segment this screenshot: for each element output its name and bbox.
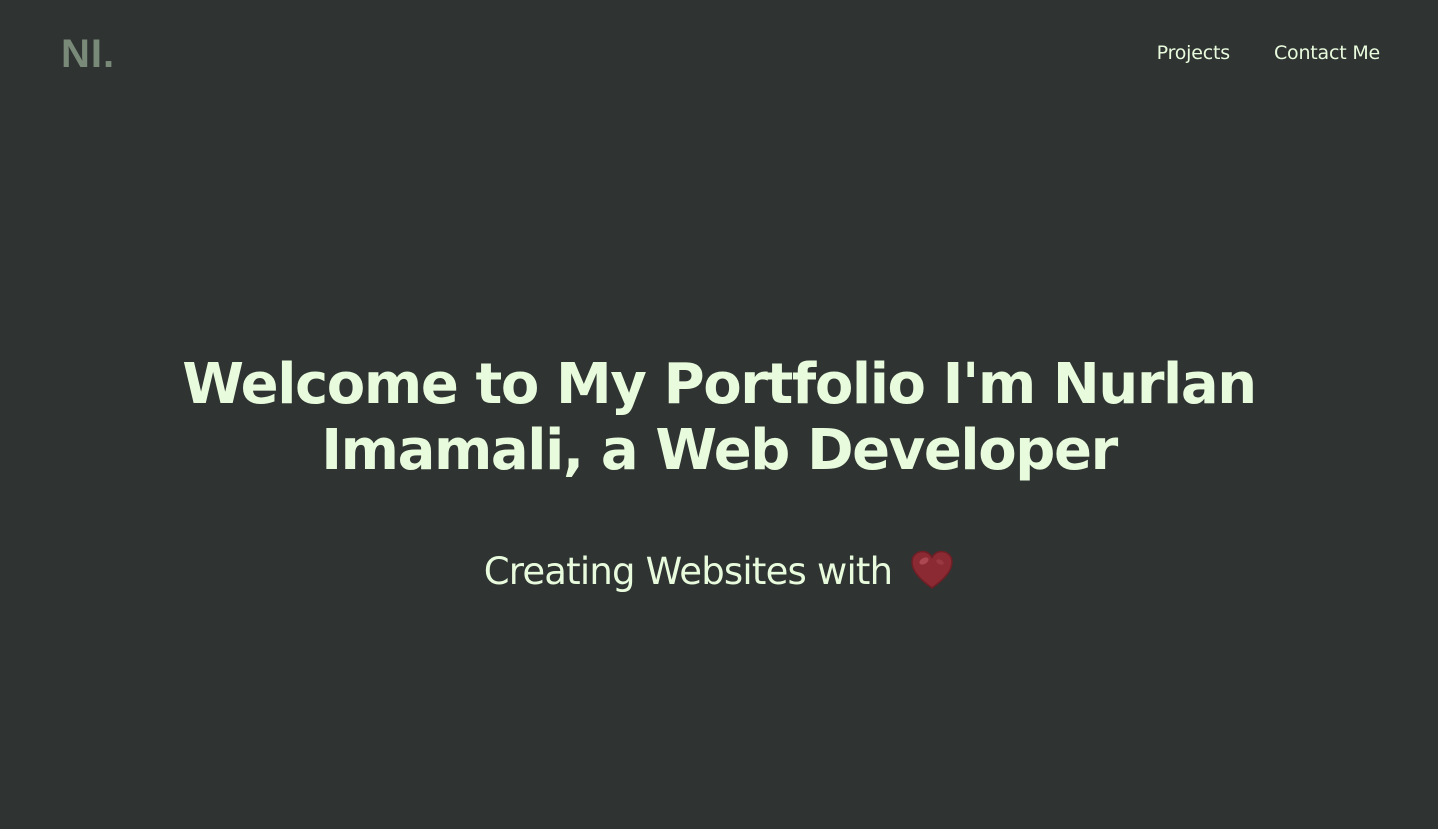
hero-tagline: Creating Websites with [0,550,1438,594]
main-nav: Projects Contact Me [1157,38,1381,68]
logo[interactable]: NI. [61,30,115,78]
tagline-text: Creating Websites with [483,550,893,593]
hero-title: Welcome to My Portfolio I'm Nurlan Imama… [182,352,1257,483]
nav-link-contact-me[interactable]: Contact Me [1274,38,1380,68]
hero-section: Welcome to My Portfolio I'm Nurlan Imama… [0,352,1438,594]
nav-link-projects[interactable]: Projects [1157,38,1231,68]
heart-icon [910,550,954,590]
